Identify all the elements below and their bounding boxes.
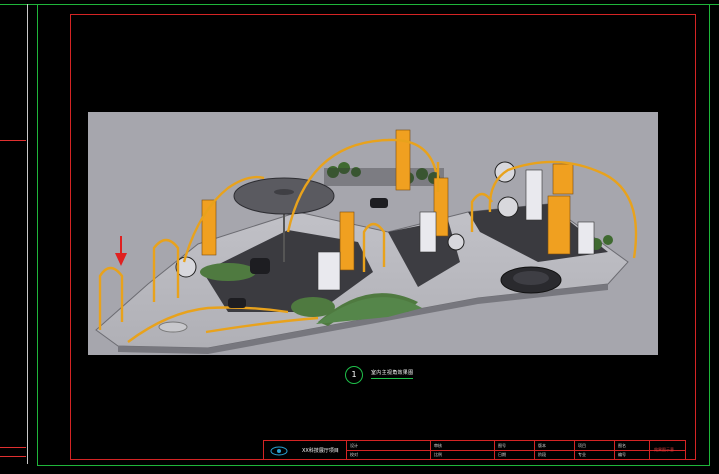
red-note: 效果图示意 — [654, 447, 674, 452]
title-block-cell: 日期 — [498, 452, 506, 457]
caption-number: 1 — [345, 366, 363, 384]
title-block-cell: 项目 — [578, 443, 586, 448]
title-block-cell: 编号 — [618, 452, 626, 457]
title-block-cell: 校对 — [350, 452, 358, 457]
canopy-disc — [233, 177, 335, 215]
title-block: XX科技展厅项目 设计 校对 审核 比例 图号 日期 版本 阶段 项目 专业 图… — [263, 440, 686, 460]
bench — [158, 321, 188, 333]
arrow-down-icon — [115, 236, 127, 266]
project-name: XX科技展厅项目 — [302, 448, 339, 454]
left-sheet-stub — [0, 456, 26, 465]
title-block-cell: 图号 — [498, 443, 506, 448]
title-block-cell: 设计 — [350, 443, 358, 448]
left-sheet-stub — [0, 140, 26, 149]
left-sheet-stub — [0, 447, 26, 456]
title-block-cell: 图名 — [618, 443, 626, 448]
exhibition-hall-render — [95, 129, 638, 354]
rendered-3d-view — [88, 112, 658, 355]
title-block-cell: 专业 — [578, 452, 586, 457]
caption-text: 室内主视角效果图 — [371, 369, 414, 379]
title-block-cell: 比例 — [434, 452, 442, 457]
title-block-cell: 版本 — [538, 443, 546, 448]
logo-eye-icon — [270, 446, 288, 456]
title-block-cell: 审核 — [434, 443, 442, 448]
round-seating-center — [513, 271, 549, 285]
left-sheet-edge — [0, 4, 28, 464]
green-carpet — [200, 263, 256, 281]
title-block-cell: 阶段 — [538, 452, 546, 457]
